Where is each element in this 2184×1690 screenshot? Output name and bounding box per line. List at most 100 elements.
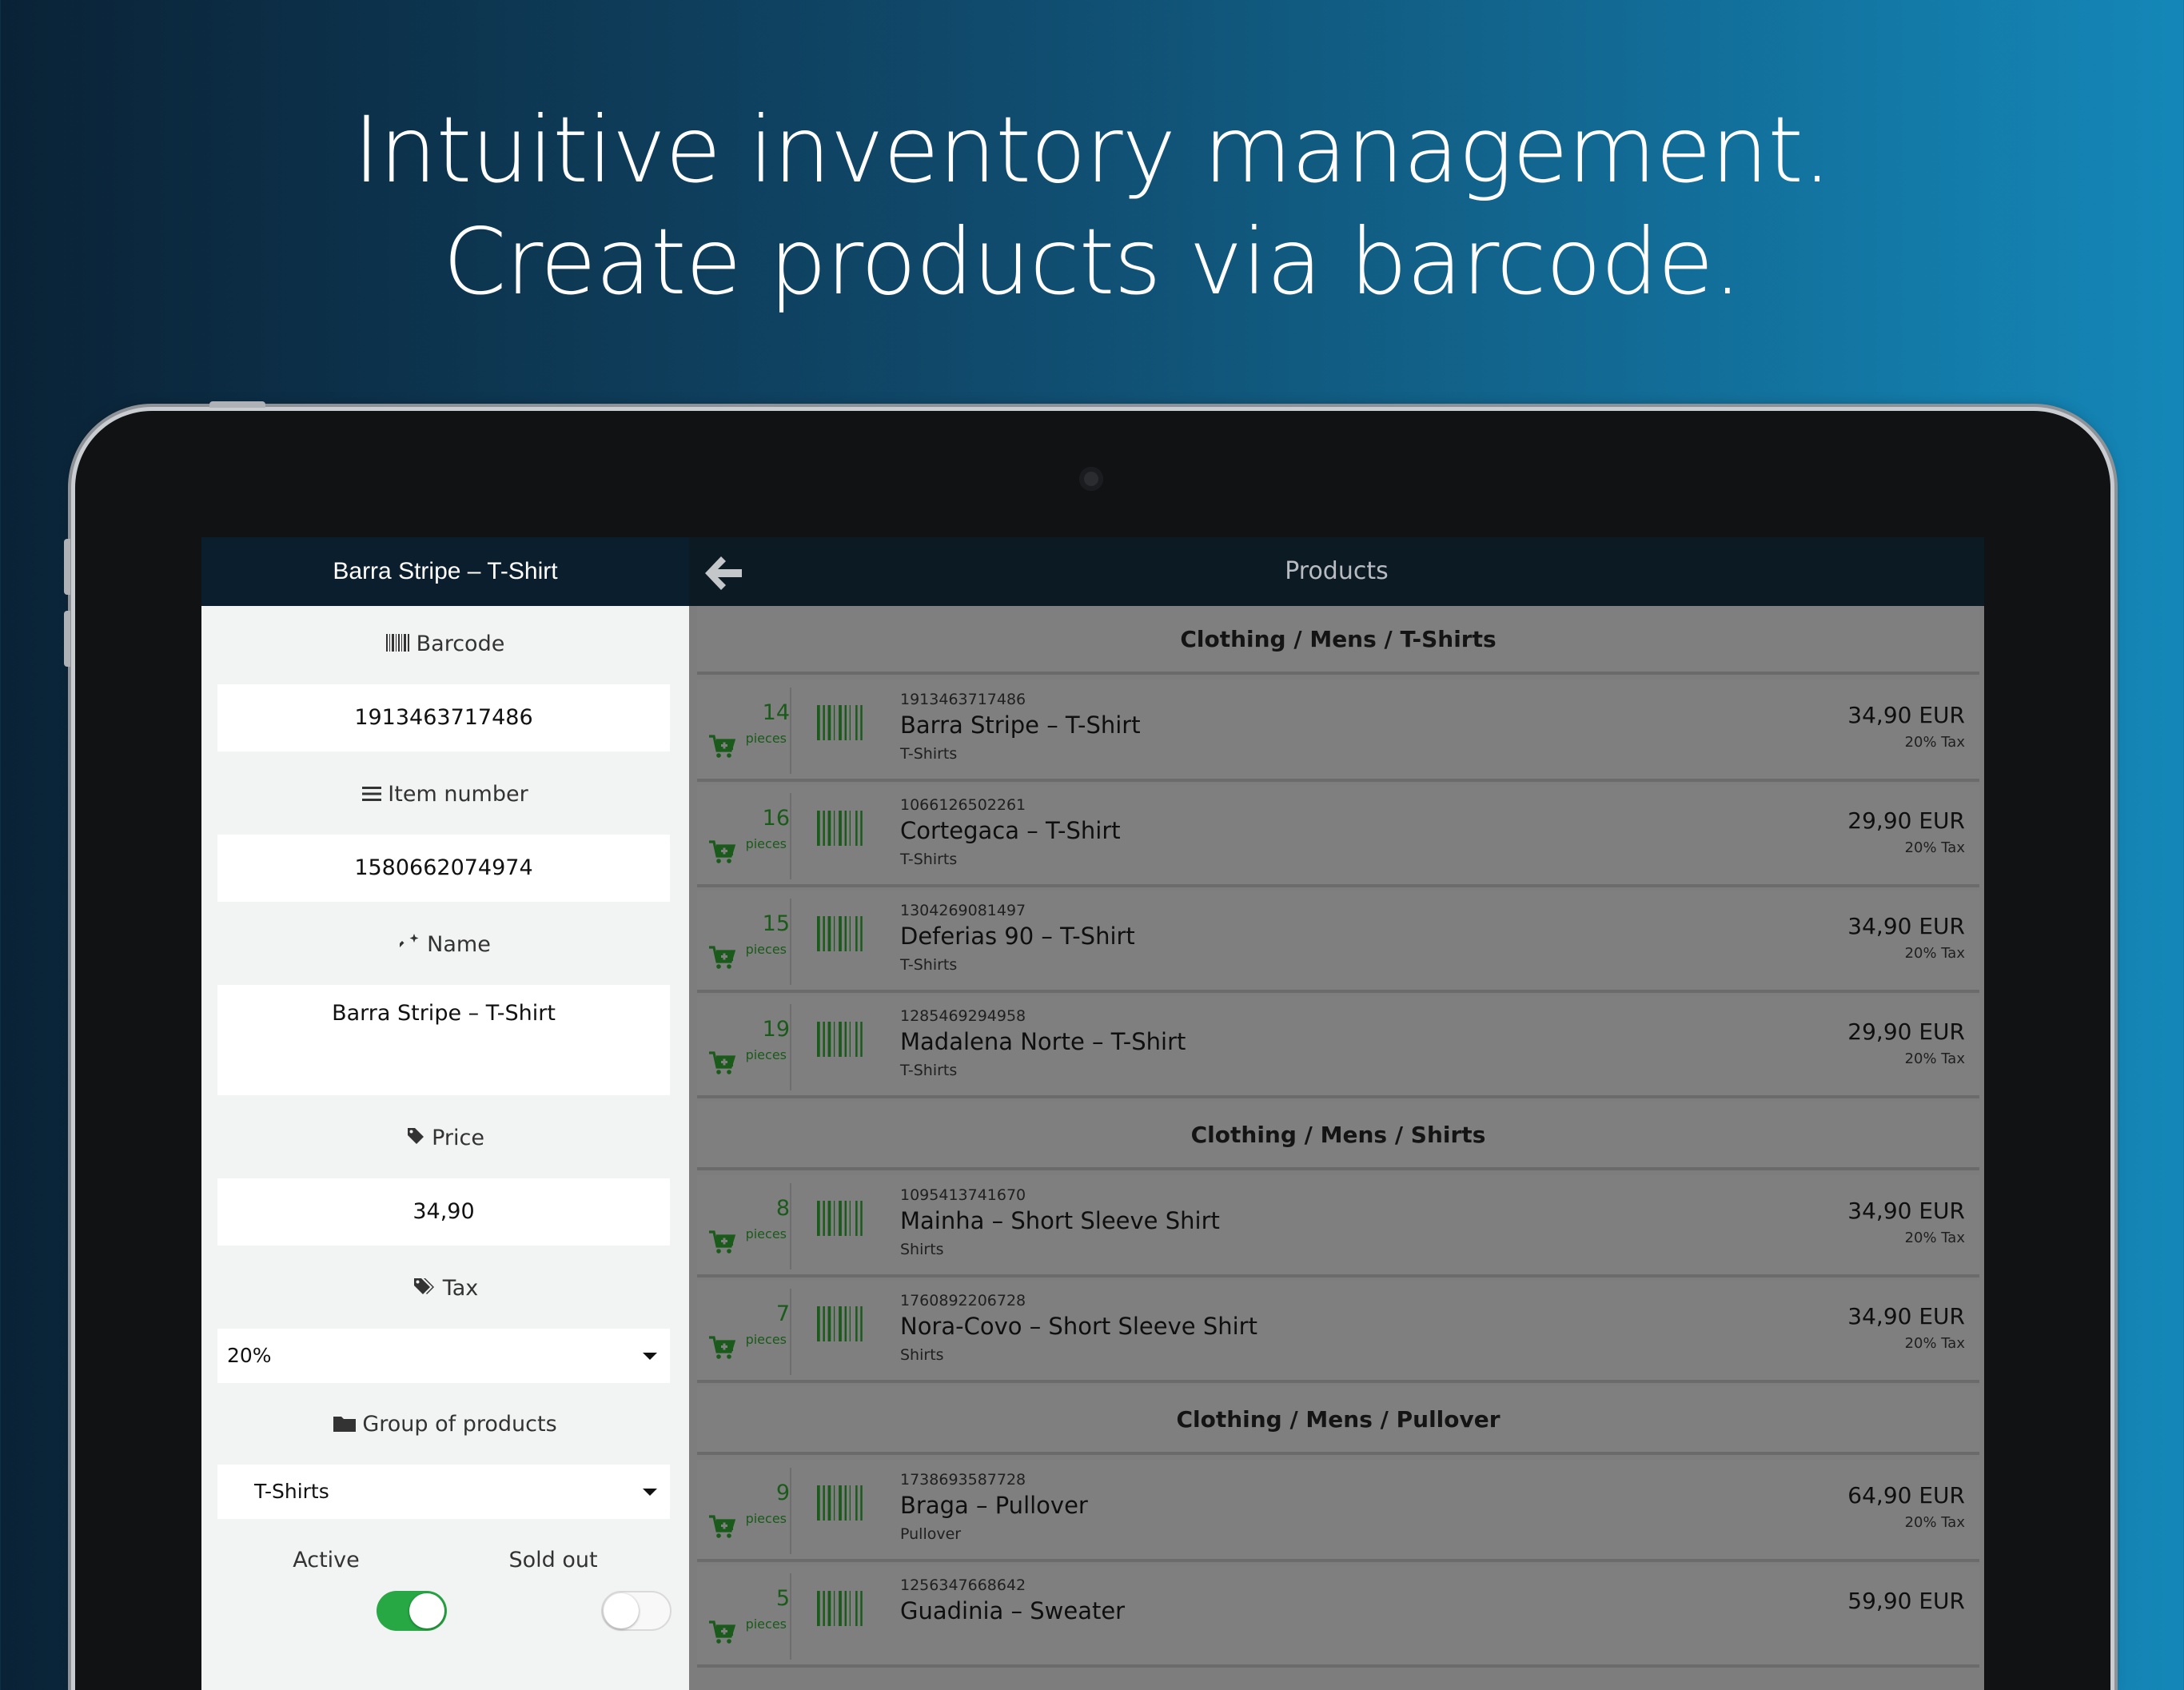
arrow-left-icon[interactable]	[702, 552, 745, 592]
cart-plus-icon[interactable]	[708, 1335, 736, 1361]
product-price: 34,90 EUR	[1847, 1303, 1965, 1329]
stock-count: 7	[775, 1301, 790, 1326]
stock-unit: pieces	[745, 1616, 787, 1632]
cart-plus-icon[interactable]	[708, 945, 736, 971]
active-toggle-knob	[409, 1593, 444, 1628]
barcode-field-label: Barcode	[201, 632, 689, 657]
product-group: T-Shirts	[900, 851, 958, 868]
camera-icon	[1079, 467, 1103, 491]
cart-plus-icon[interactable]	[708, 1514, 736, 1540]
product-tax: 20% Tax	[1904, 734, 1965, 751]
product-row[interactable]: 15 pieces 1304269081497 Deferias 90 – T-Shi…	[697, 891, 1979, 993]
group-field-label: Group of products	[201, 1412, 689, 1437]
product-name: Guadinia – Sweater	[900, 1597, 1126, 1624]
product-name: Mainha – Short Sleeve Shirt	[900, 1207, 1220, 1234]
product-row[interactable]: 8 pieces 1095413741670 Mainha – Short Sleev…	[697, 1175, 1979, 1277]
price-label-text: Price	[432, 1126, 484, 1150]
row-divider	[790, 899, 791, 985]
product-tax: 20% Tax	[1904, 839, 1965, 856]
product-name: Barra Stripe – T-Shirt	[900, 711, 1141, 739]
product-price: 29,90 EUR	[1847, 1018, 1965, 1045]
group-header: Clothing / Mens / Shirts	[697, 1102, 1979, 1170]
product-row[interactable]: 16 pieces 1066126502261 Cortegaca – T-Shirt…	[697, 785, 1979, 887]
stock-count: 16	[762, 806, 790, 831]
product-barcode-number: 1256347668642	[900, 1576, 1026, 1594]
product-row[interactable]: 14 pieces 1913463717486 Barra Stripe – T-Sh…	[697, 680, 1979, 782]
group-select-value: T-Shirts	[254, 1480, 329, 1503]
stock-count: 9	[775, 1481, 790, 1505]
barcode-input[interactable]: 1913463717486	[217, 684, 670, 751]
tablet-volume-up-button	[64, 539, 70, 595]
products-pane: Products Clothing / Mens / T-Shirts 14 pie…	[689, 537, 1984, 1690]
row-divider	[790, 793, 791, 879]
barcode-icon	[817, 811, 863, 846]
product-barcode-number: 1095413741670	[900, 1186, 1026, 1204]
cart-plus-icon[interactable]	[708, 734, 736, 759]
product-detail-pane: Barra Stripe – T-Shirt Barcode 191346371…	[201, 537, 689, 1690]
group-label-text: Group of products	[362, 1412, 557, 1437]
product-name: Nora-Covo – Short Sleeve Shirt	[900, 1313, 1257, 1340]
product-group: T-Shirts	[900, 745, 958, 763]
product-price: 64,90 EUR	[1847, 1482, 1965, 1509]
product-group: Pullover	[900, 1525, 962, 1543]
product-group: Shirts	[900, 1346, 944, 1364]
tax-select-value: 20%	[227, 1344, 272, 1367]
product-name: Madalena Norte – T-Shirt	[900, 1028, 1186, 1055]
stock-count: 19	[762, 1017, 790, 1042]
stock-unit: pieces	[745, 1332, 787, 1347]
stock-count: 15	[762, 911, 790, 936]
folder-icon	[333, 1413, 357, 1437]
stock-unit: pieces	[745, 1511, 787, 1526]
active-toggle[interactable]	[377, 1591, 447, 1631]
products-title: Products	[1285, 557, 1389, 585]
row-divider	[790, 1289, 791, 1375]
stock-count: 14	[762, 700, 790, 725]
product-price: 59,90 EUR	[1847, 1588, 1965, 1614]
product-price: 29,90 EUR	[1847, 807, 1965, 834]
product-row[interactable]: 7 pieces 1760892206728 Nora-Covo – Short Sl…	[697, 1281, 1979, 1383]
product-barcode-number: 1760892206728	[900, 1292, 1026, 1309]
price-input[interactable]: 34,90	[217, 1178, 670, 1246]
barcode-label-text: Barcode	[416, 632, 505, 656]
item-number-label-text: Item number	[388, 782, 528, 807]
row-divider	[790, 1468, 791, 1554]
tablet-power-button	[209, 401, 265, 408]
name-input[interactable]: Barra Stripe – T-Shirt	[217, 985, 670, 1095]
product-row[interactable]: 5 pieces 1256347668642 Guadinia – Sweater 59…	[697, 1565, 1979, 1668]
cart-plus-icon[interactable]	[708, 1230, 736, 1255]
headline: Intuitive inventory management. Create p…	[0, 94, 2184, 318]
barcode-icon	[817, 1306, 863, 1341]
active-label: Active	[293, 1548, 360, 1572]
stock-unit: pieces	[745, 836, 787, 851]
row-divider	[790, 1573, 791, 1660]
group-select[interactable]: T-Shirts	[217, 1465, 670, 1519]
product-price: 34,90 EUR	[1847, 1198, 1965, 1224]
product-barcode-number: 1913463717486	[900, 691, 1026, 708]
headline-line-2: Create products via barcode.	[442, 209, 1742, 315]
sold-out-toggle[interactable]	[601, 1591, 672, 1631]
product-name: Deferias 90 – T-Shirt	[900, 923, 1135, 950]
app-screen: Barra Stripe – T-Shirt Barcode 191346371…	[201, 537, 1984, 1690]
tax-label-text: Tax	[442, 1276, 479, 1301]
cart-plus-icon[interactable]	[708, 1620, 736, 1645]
cart-plus-icon[interactable]	[708, 839, 736, 865]
product-row[interactable]: 9 pieces 1738693587728 Braga – Pullover Pull…	[697, 1460, 1979, 1562]
stock-unit: pieces	[745, 1047, 787, 1062]
product-tax: 20% Tax	[1904, 1335, 1965, 1352]
item-number-input[interactable]: 1580662074974	[217, 835, 670, 902]
tags-icon	[412, 1277, 436, 1301]
chevron-down-icon	[643, 1353, 657, 1360]
cart-plus-icon[interactable]	[708, 1050, 736, 1076]
headline-line-1: Intuitive inventory management.	[353, 97, 1831, 203]
barcode-icon	[817, 1591, 863, 1626]
product-detail-title: Barra Stripe – T-Shirt	[201, 537, 689, 606]
barcode-icon	[817, 1201, 863, 1236]
group-header: Clothing / Mens / T-Shirts	[697, 606, 1979, 675]
tag-icon	[406, 1126, 425, 1151]
product-name: Cortegaca – T-Shirt	[900, 817, 1121, 844]
product-barcode-number: 1285469294958	[900, 1007, 1026, 1025]
product-row[interactable]: 19 pieces 1285469294958 Madalena Norte – T-…	[697, 996, 1979, 1098]
product-barcode-number: 1304269081497	[900, 902, 1026, 919]
tax-select[interactable]: 20%	[217, 1329, 670, 1383]
sold-out-label: Sold out	[508, 1548, 598, 1572]
